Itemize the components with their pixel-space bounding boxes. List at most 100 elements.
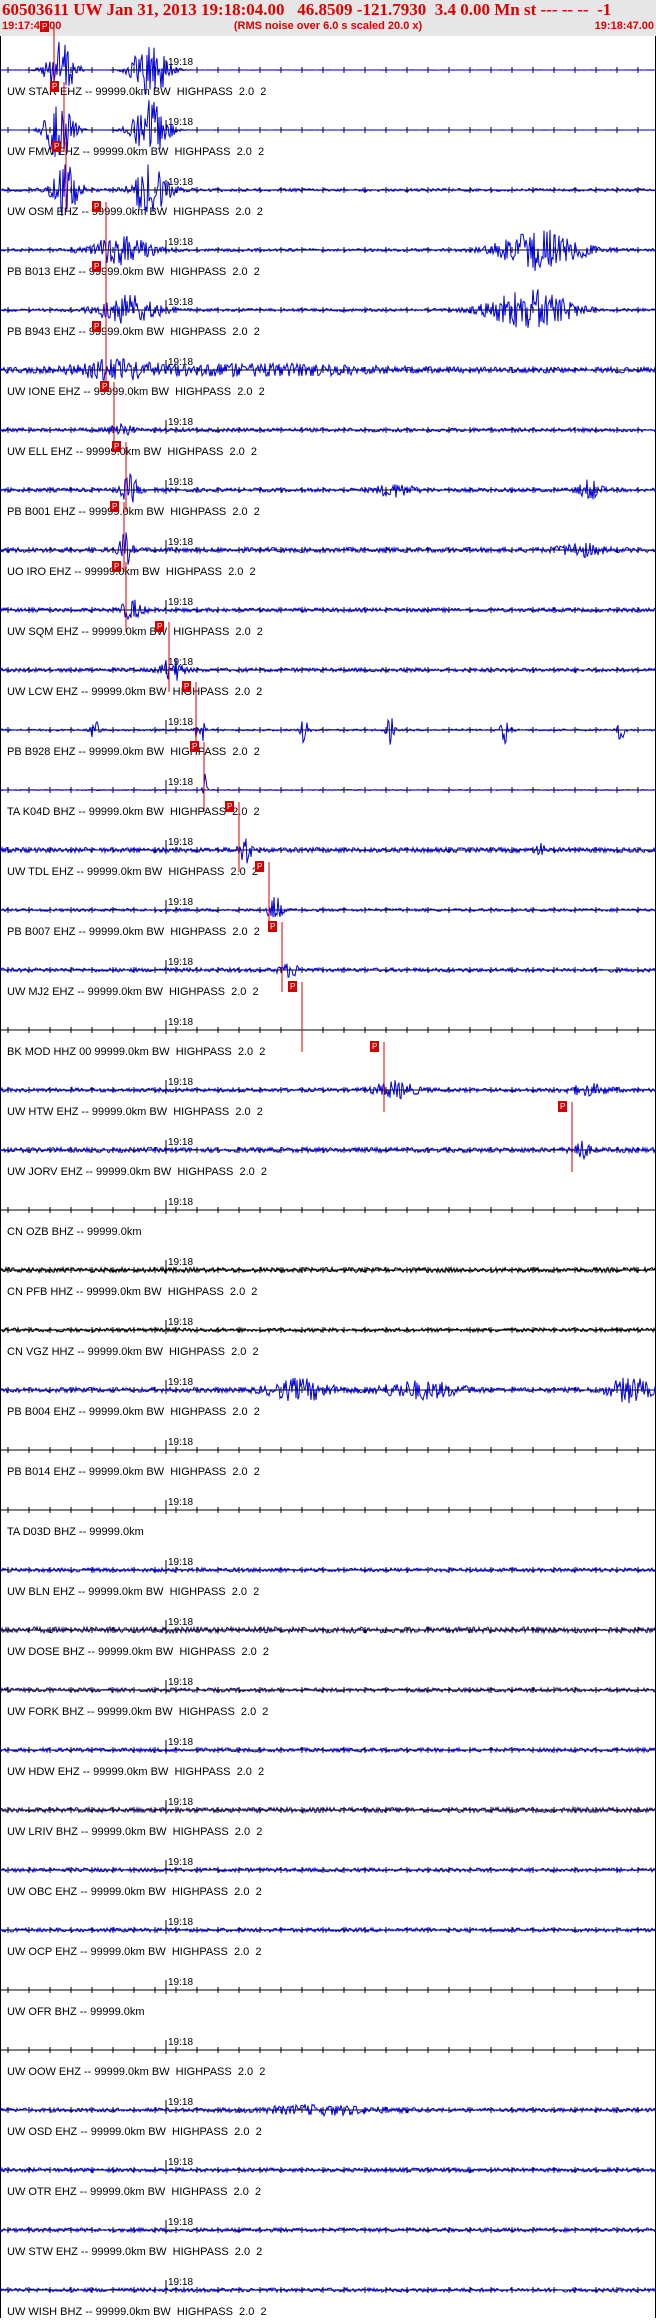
station-label: UW OSM EHZ -- 99999.0km BW HIGHPASS 2.0 …	[7, 206, 263, 218]
pick-marker: P	[155, 621, 165, 632]
waveform	[0, 1080, 656, 1100]
trace-row: P 19:18 PB B928 EHZ -- 99999.0km BW HIGHPA…	[0, 681, 656, 760]
trace-time-label: 19:18	[168, 1797, 194, 1808]
trace-time-label: 19:18	[168, 837, 194, 848]
trace-time-label: 19:18	[168, 1437, 194, 1448]
trace-row: 19:18 TA D03D BHZ -- 99999.0km	[0, 1480, 656, 1540]
trace-time-label: 19:18	[168, 957, 194, 968]
trace-row: 19:18 UW BLN EHZ -- 99999.0km BW HIGHPASS…	[0, 1540, 656, 1600]
station-label: UO IRO EHZ -- 99999.0km BW HIGHPASS 2.0 …	[7, 566, 256, 578]
trace-time-label: 19:18	[168, 57, 194, 68]
trace-row: 19:18 UW OCP EHZ -- 99999.0km BW HIGHPASS…	[0, 1900, 656, 1960]
pick-marker: P	[255, 861, 265, 872]
trace-time-label: 19:18	[168, 2157, 194, 2168]
trace-time-label: 19:18	[168, 1197, 194, 1208]
pick-marker: P	[92, 261, 102, 272]
station-label: UW FMW EHZ -- 99999.0km BW HIGHPASS 2.0 …	[7, 146, 265, 158]
trace-time-label: 19:18	[168, 897, 194, 908]
trace-row: P 19:18 PB B001 EHZ -- 99999.0km BW HIGHPA…	[0, 441, 656, 520]
waveform	[0, 963, 656, 978]
trace-row: 19:18 UW OTR EHZ -- 99999.0km BW HIGHPASS…	[0, 2140, 656, 2200]
waveform	[0, 599, 656, 621]
station-label: PB B007 EHZ -- 99999.0km BW HIGHPASS 2.0…	[7, 926, 260, 938]
pick-marker: P	[558, 1101, 568, 1112]
station-label: UW MJ2 EHZ -- 99999.0km BW HIGHPASS 2.0 …	[7, 986, 259, 998]
trace-time-label: 19:18	[168, 1077, 194, 1088]
station-label: UW HDW EHZ -- 99999.0km BW HIGHPASS 2.0 …	[7, 1766, 265, 1778]
trace-time-label: 19:18	[168, 1317, 194, 1328]
station-label: UW OOW EHZ -- 99999.0km BW HIGHPASS 2.0 …	[7, 2066, 266, 2078]
trace-time-label: 19:18	[168, 1017, 194, 1028]
waveform	[0, 838, 656, 864]
pick-marker: P	[92, 201, 102, 212]
pick-marker: P	[112, 441, 122, 452]
trace-time-label: 19:18	[168, 1917, 194, 1928]
station-label: CN VGZ HHZ -- 99999.0km BW HIGHPASS 2.0 …	[7, 1346, 259, 1358]
trace-time-label: 19:18	[168, 1737, 194, 1748]
trace-time-label: 19:18	[168, 357, 194, 368]
pick-marker: P	[40, 21, 50, 32]
trace-time-label: 19:18	[168, 177, 194, 188]
station-label: UW OSD EHZ -- 99999.0km BW HIGHPASS 2.0 …	[7, 2126, 262, 2138]
pick-marker: P	[92, 321, 102, 332]
waveform	[0, 1265, 656, 1275]
station-label: UW STAR EHZ -- 99999.0km BW HIGHPASS 2.0…	[7, 86, 267, 98]
waveform	[0, 472, 656, 503]
station-label: UW OTR EHZ -- 99999.0km BW HIGHPASS 2.0 …	[7, 2186, 262, 2198]
station-label: UW LRIV BHZ -- 99999.0km BW HIGHPASS 2.0…	[7, 1826, 263, 1838]
waveform	[0, 1326, 656, 1334]
pick-marker: P	[100, 381, 110, 392]
station-label: UW OCP EHZ -- 99999.0km BW HIGHPASS 2.0 …	[7, 1946, 262, 1958]
pick-marker: P	[110, 501, 120, 512]
trace-row: P 19:18 TA K04D BHZ -- 99999.0km BW HIGHPA…	[0, 741, 656, 820]
station-label: UW OBC EHZ -- 99999.0km BW HIGHPASS 2.0 …	[7, 1886, 262, 1898]
station-label: TA K04D BHZ -- 99999.0km BW HIGHPASS 2.0…	[7, 806, 260, 818]
trace-row: 19:18 UW OBC EHZ -- 99999.0km BW HIGHPASS…	[0, 1840, 656, 1900]
waveform	[0, 423, 656, 437]
trace-time-label: 19:18	[168, 597, 194, 608]
station-label: PB B943 EHZ -- 99999.0km BW HIGHPASS 2.0…	[7, 326, 260, 338]
trace-time-label: 19:18	[168, 1257, 194, 1268]
station-label: PB B013 EHZ -- 99999.0km BW HIGHPASS 2.0…	[7, 266, 260, 278]
trace-time-label: 19:18	[168, 417, 194, 428]
trace-row: 19:18 UW OFR BHZ -- 99999.0km	[0, 1960, 656, 2020]
trace-row: 19:18 PB B014 EHZ -- 99999.0km BW HIGHPAS…	[0, 1420, 656, 1480]
station-label: UW LCW EHZ -- 99999.0km BW HIGHPASS 2.0 …	[7, 686, 263, 698]
trace-row: P 19:18 UW SQM EHZ -- 99999.0km BW HIGHPAS…	[0, 561, 656, 640]
station-label: UW HTW EHZ -- 99999.0km BW HIGHPASS 2.0 …	[7, 1106, 263, 1118]
trace-time-label: 19:18	[168, 1497, 194, 1508]
waveform	[0, 1805, 656, 1815]
end-time: 19:18:47.00	[594, 20, 654, 32]
waveform	[0, 532, 656, 565]
trace-time-label: 19:18	[168, 2097, 194, 2108]
trace-row: 19:18 UW STW EHZ -- 99999.0km BW HIGHPASS…	[0, 2200, 656, 2260]
trace-time-label: 19:18	[168, 2217, 194, 2228]
trace-row: P 19:18 UW ELL EHZ -- 99999.0km BW HIGHPAS…	[0, 381, 656, 460]
trace-row: 19:18 UW OOW EHZ -- 99999.0km BW HIGHPASS…	[0, 2020, 656, 2080]
trace-time-label: 19:18	[168, 1557, 194, 1568]
station-label: UW FORK BHZ -- 99999.0km BW HIGHPASS 2.0…	[7, 1706, 269, 1718]
trace-row: P 19:18 UW TDL EHZ -- 99999.0km BW HIGHPAS…	[0, 801, 656, 880]
trace-time-label: 19:18	[168, 2037, 194, 2048]
pick-marker: P	[225, 801, 235, 812]
pick-marker: P	[370, 1041, 380, 1052]
station-label: UW BLN EHZ -- 99999.0km BW HIGHPASS 2.0 …	[7, 1586, 260, 1598]
trace-time-label: 19:18	[168, 657, 194, 668]
trace-time-label: 19:18	[168, 297, 194, 308]
station-label: UW JORV EHZ -- 99999.0km BW HIGHPASS 2.0…	[7, 1166, 267, 1178]
station-label: UW STW EHZ -- 99999.0km BW HIGHPASS 2.0 …	[7, 2246, 263, 2258]
trace-time-label: 19:18	[168, 717, 194, 728]
trace-row: P 19:18 PB B007 EHZ -- 99999.0km BW HIGHPA…	[0, 861, 656, 940]
trace-time-label: 19:18	[168, 1137, 194, 1148]
trace-row: 19:18 UW LRIV BHZ -- 99999.0km BW HIGHPAS…	[0, 1780, 656, 1840]
trace-time-label: 19:18	[168, 777, 194, 788]
pick-marker: P	[52, 141, 62, 152]
station-label: CN PFB HHZ -- 99999.0km BW HIGHPASS 2.0 …	[7, 1286, 258, 1298]
station-label: PB B001 EHZ -- 99999.0km BW HIGHPASS 2.0…	[7, 506, 260, 518]
trace-row: 19:18 CN OZB BHZ -- 99999.0km	[0, 1180, 656, 1240]
trace-time-label: 19:18	[168, 117, 194, 128]
trace-row: 19:18 UW OSD EHZ -- 99999.0km BW HIGHPASS…	[0, 2080, 656, 2140]
station-label: UW IONE EHZ -- 99999.0km BW HIGHPASS 2.0…	[7, 386, 265, 398]
trace-time-label: 19:18	[168, 2277, 194, 2288]
station-label: UW TDL EHZ -- 99999.0km BW HIGHPASS 2.0 …	[7, 866, 259, 878]
